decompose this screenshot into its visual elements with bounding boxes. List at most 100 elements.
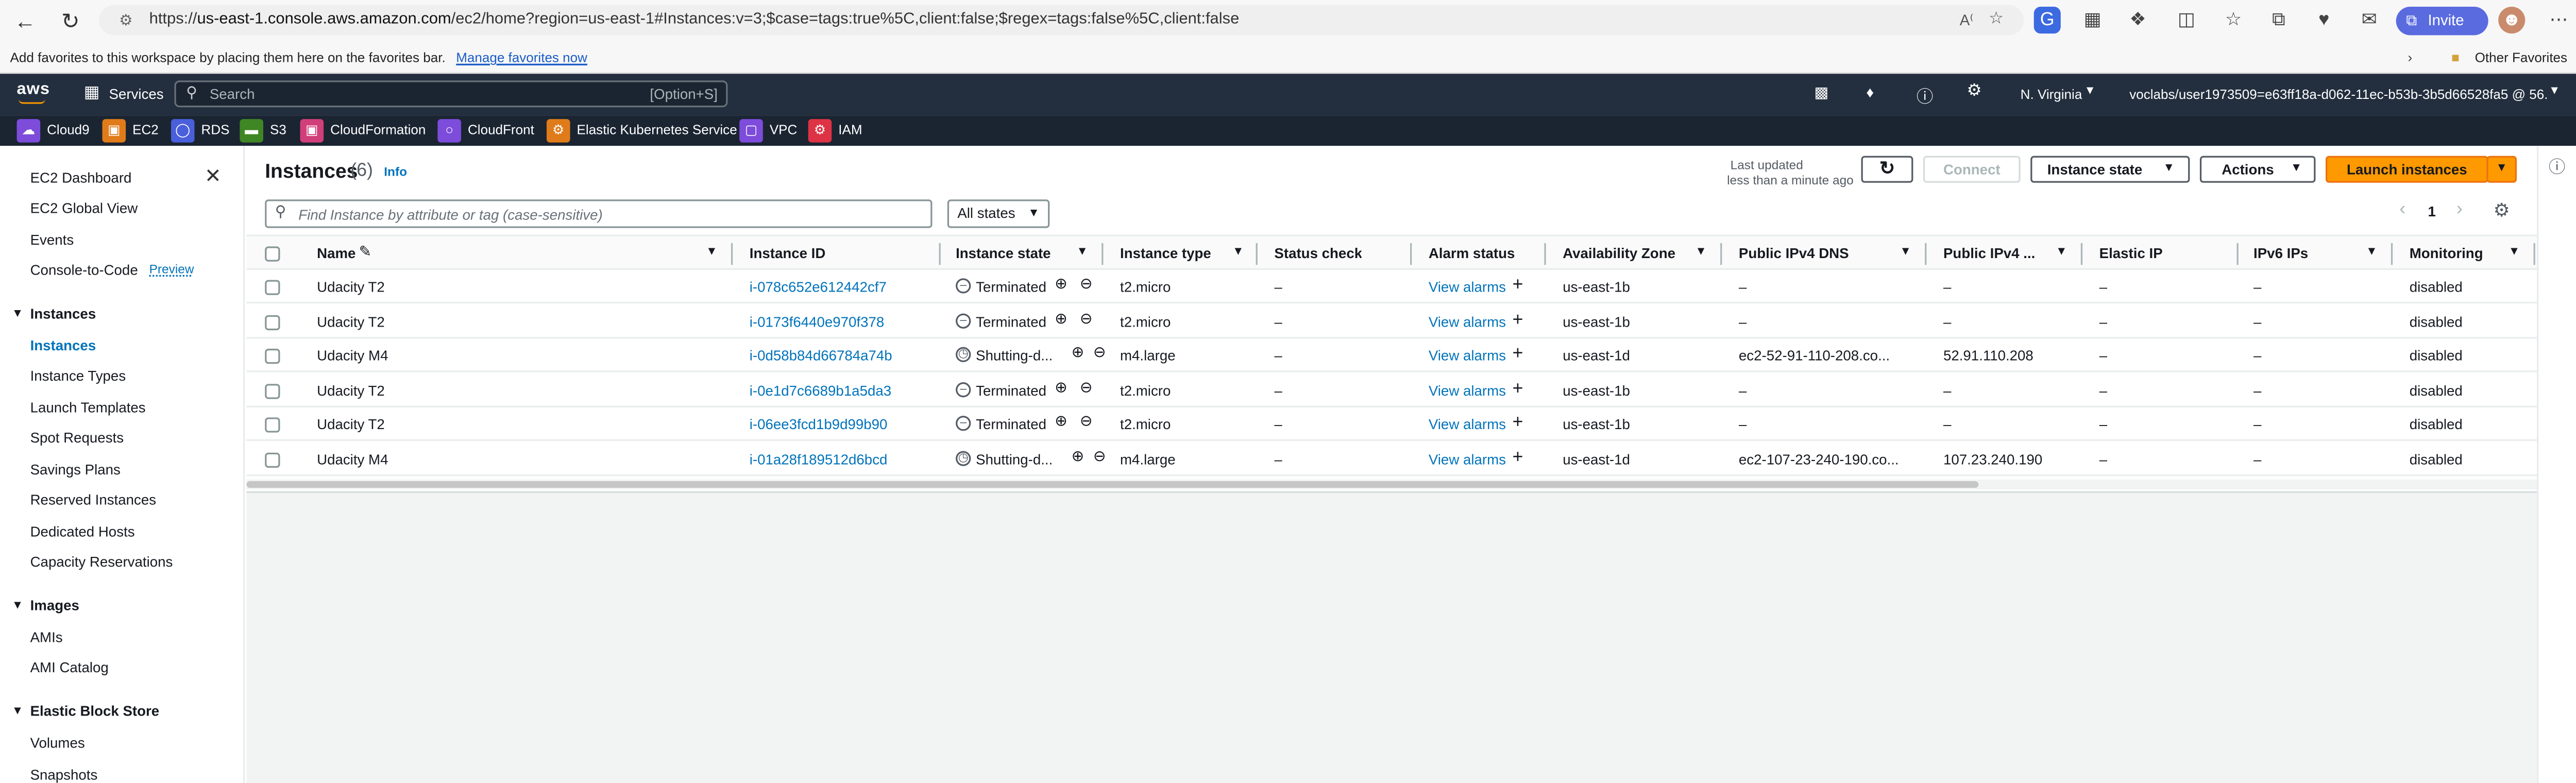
- column-divider[interactable]: [2391, 243, 2393, 265]
- actions-dropdown[interactable]: Actions ▼: [2199, 156, 2316, 183]
- add-alarm-icon[interactable]: +: [1513, 378, 1523, 398]
- add-alarm-icon[interactable]: +: [1513, 447, 1523, 467]
- select-all-checkbox[interactable]: [265, 246, 280, 262]
- column-divider[interactable]: [1101, 243, 1104, 265]
- table-row[interactable]: Udacity T2 i-078c652e612442cf7 Terminated –…: [246, 270, 2537, 304]
- cell-alarm[interactable]: View alarms: [1429, 442, 1506, 475]
- filter-caret-icon[interactable]: ▼: [2366, 246, 2378, 258]
- nav-amis[interactable]: AMIs: [30, 627, 63, 647]
- nav-instance-types[interactable]: Instance Types: [30, 365, 126, 385]
- invite-button[interactable]: ⧉ Invite: [2396, 7, 2488, 36]
- zoom-in-icon[interactable]: ⊕: [1072, 344, 1084, 362]
- column-divider[interactable]: [1544, 243, 1546, 265]
- table-row[interactable]: Udacity M4 i-01a28f189512d6bcd Shutting-d.…: [246, 442, 2537, 475]
- cell-id[interactable]: i-01a28f189512d6bcd: [750, 442, 888, 475]
- shortcut-cloudfront[interactable]: ○ CloudFront: [437, 117, 534, 144]
- favorite-star-icon[interactable]: ☆: [1989, 5, 2004, 36]
- address-bar[interactable]: ⚙ https://us-east-1.console.aws.amazon.c…: [99, 5, 2024, 36]
- edit-pencil-icon[interactable]: ✎: [359, 243, 371, 262]
- caret-down-icon[interactable]: ▼: [12, 706, 24, 718]
- manage-favorites-link[interactable]: Manage favorites now: [456, 45, 587, 72]
- nav-instances-active[interactable]: Instances: [30, 335, 96, 355]
- table-row[interactable]: Udacity T2 i-06ee3fcd1b9d99b90 Terminated –…: [246, 407, 2537, 441]
- extension-icon[interactable]: ▦: [2079, 7, 2106, 33]
- filter-caret-icon[interactable]: ▼: [2509, 246, 2520, 258]
- nav-savings-plans[interactable]: Savings Plans: [30, 459, 121, 480]
- shortcut-s3[interactable]: ▬ S3: [240, 117, 286, 144]
- nav-section-instances[interactable]: Instances: [30, 303, 96, 324]
- instance-state-dropdown[interactable]: Instance state ▼: [2030, 156, 2190, 183]
- row-checkbox[interactable]: [265, 348, 280, 364]
- nav-launch-templates[interactable]: Launch Templates: [30, 397, 146, 417]
- page-number[interactable]: 1: [2428, 203, 2436, 220]
- shortcut-vpc[interactable]: ▢ VPC: [739, 117, 797, 144]
- extensions-puzzle-icon[interactable]: ❖: [2124, 7, 2151, 33]
- filter-input[interactable]: ⚲ Find Instance by attribute or tag (cas…: [265, 199, 933, 228]
- shortcut-cloudformation[interactable]: ▣ CloudFormation: [300, 117, 426, 144]
- state-filter-select[interactable]: All states ▼: [947, 199, 1050, 228]
- horizontal-scrollbar-track[interactable]: [246, 479, 2537, 490]
- shortcut-iam[interactable]: ⚙ IAM: [808, 117, 862, 144]
- row-checkbox[interactable]: [265, 383, 280, 398]
- prev-page-icon[interactable]: ‹: [2399, 199, 2405, 219]
- zoom-in-icon[interactable]: ⊕: [1055, 309, 1067, 328]
- chevron-right-icon[interactable]: ›: [2408, 45, 2412, 72]
- table-row[interactable]: Udacity T2 i-0173f6440e970f378 Terminated –…: [246, 304, 2537, 338]
- zoom-out-icon[interactable]: ⊖: [1093, 447, 1106, 465]
- filter-caret-icon[interactable]: ▼: [2056, 246, 2067, 258]
- close-nav-icon[interactable]: ✕: [205, 164, 222, 188]
- nav-volumes[interactable]: Volumes: [30, 733, 85, 753]
- column-divider[interactable]: [2080, 243, 2083, 265]
- zoom-out-icon[interactable]: ⊖: [1080, 275, 1093, 294]
- launch-options-dropdown[interactable]: ▼: [2486, 156, 2517, 183]
- cell-id[interactable]: i-0e1d7c6689b1a5da3: [750, 373, 891, 406]
- collections-icon[interactable]: ⧉: [2265, 7, 2292, 33]
- row-checkbox[interactable]: [265, 280, 280, 295]
- cell-alarm[interactable]: View alarms: [1429, 373, 1506, 406]
- cell-alarm[interactable]: View alarms: [1429, 407, 1506, 441]
- cell-id[interactable]: i-078c652e612442cf7: [750, 270, 887, 303]
- col-header-public-dns[interactable]: Public IPv4 DNS: [1739, 236, 1849, 270]
- col-header-name[interactable]: Name: [317, 236, 355, 270]
- cell-alarm[interactable]: View alarms: [1429, 338, 1506, 372]
- browser-essentials-icon[interactable]: ♥: [2311, 7, 2337, 33]
- shortcut-eks[interactable]: ⚙ Elastic Kubernetes Service: [546, 117, 737, 144]
- row-checkbox[interactable]: [265, 417, 280, 433]
- region-selector[interactable]: N. Virginia: [2021, 87, 2082, 102]
- nav-reserved-instances[interactable]: Reserved Instances: [30, 489, 156, 509]
- add-alarm-icon[interactable]: +: [1513, 309, 1523, 329]
- shortcut-rds[interactable]: ◯ RDS: [171, 117, 230, 144]
- account-menu[interactable]: voclabs/user1973509=e63ff18a-d062-11ec-b…: [2129, 87, 2549, 102]
- favorites-icon[interactable]: ☆: [2220, 7, 2247, 33]
- caret-down-icon[interactable]: ▼: [12, 600, 24, 612]
- cell-alarm[interactable]: View alarms: [1429, 304, 1506, 338]
- other-favorites[interactable]: Other Favorites: [2475, 45, 2567, 72]
- notifications-bell-icon[interactable]: ♦: [1866, 84, 1874, 101]
- info-link[interactable]: Info: [384, 164, 407, 179]
- zoom-in-icon[interactable]: ⊕: [1055, 413, 1067, 431]
- aws-logo[interactable]: aws: [17, 80, 50, 99]
- table-settings-gear-icon[interactable]: ⚙: [2493, 199, 2510, 222]
- nav-spot-requests[interactable]: Spot Requests: [30, 428, 124, 448]
- nav-console-to-code[interactable]: Console-to-Code: [30, 260, 138, 280]
- reload-icon[interactable]: ↻: [55, 7, 86, 35]
- column-divider[interactable]: [1925, 243, 1927, 265]
- refresh-button[interactable]: ↻: [1861, 156, 1913, 183]
- caret-down-icon[interactable]: ▼: [12, 309, 24, 320]
- nav-events[interactable]: Events: [30, 230, 74, 250]
- horizontal-scrollbar-thumb[interactable]: [246, 481, 1979, 488]
- nav-section-ebs[interactable]: Elastic Block Store: [30, 701, 160, 721]
- help-icon[interactable]: ⓘ: [1917, 82, 1934, 107]
- connect-button[interactable]: Connect: [1923, 156, 2021, 183]
- col-header-ipv6[interactable]: IPv6 IPs: [2253, 236, 2308, 270]
- zoom-in-icon[interactable]: ⊕: [1072, 447, 1084, 465]
- help-panel-icon[interactable]: ⓘ: [2549, 152, 2566, 178]
- filter-caret-icon[interactable]: ▼: [1900, 246, 1911, 258]
- cell-id[interactable]: i-0173f6440e970f378: [750, 304, 885, 338]
- split-screen-icon[interactable]: ◫: [2173, 7, 2200, 33]
- profile-avatar[interactable]: ☻: [2498, 7, 2526, 34]
- col-header-instance-type[interactable]: Instance type: [1120, 236, 1211, 270]
- next-page-icon[interactable]: ›: [2456, 199, 2463, 219]
- cell-id[interactable]: i-06ee3fcd1b9d99b90: [750, 407, 888, 441]
- services-menu[interactable]: Services: [109, 86, 164, 103]
